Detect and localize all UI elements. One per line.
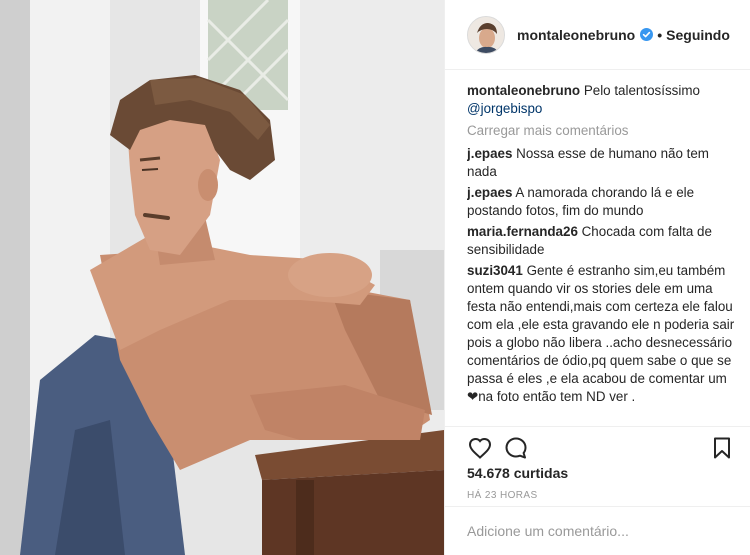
post-timestamp: HÁ 23 HORAS — [467, 490, 538, 501]
add-comment-input[interactable] — [467, 523, 727, 539]
comment-author[interactable]: maria.fernanda26 — [467, 224, 578, 239]
comment-author[interactable]: j.epaes — [467, 146, 512, 161]
save-button[interactable] — [711, 435, 733, 461]
header-username[interactable]: montaleonebruno — [517, 27, 635, 43]
comment-author[interactable]: suzi3041 — [467, 263, 523, 278]
comment-button[interactable] — [503, 435, 529, 461]
comment-item: maria.fernanda26 Chocada com falta de se… — [467, 223, 735, 259]
post-photo[interactable] — [0, 0, 444, 555]
comment-item: suzi3041 Gente é estranho sim,eu também … — [467, 262, 735, 406]
caption: montaleonebruno Pelo talentosíssimo @jor… — [467, 82, 735, 118]
add-comment-section — [445, 506, 750, 555]
comments-list[interactable]: montaleonebruno Pelo talentosíssimo @jor… — [467, 82, 735, 422]
comment-bubble-icon — [505, 437, 527, 459]
comment-item: j.epaes Nossa esse de humano não tem nad… — [467, 145, 735, 181]
verified-badge-icon — [640, 28, 654, 41]
caption-author[interactable]: montaleonebruno — [467, 83, 580, 98]
caption-mention[interactable]: @jorgebispo — [467, 101, 542, 116]
post-header: montaleonebruno • Seguindo — [445, 0, 750, 70]
heart-outline-icon — [468, 437, 492, 459]
header-separator: • — [657, 26, 663, 43]
likes-count[interactable]: 54.678 curtidas — [467, 465, 568, 481]
avatar-image — [468, 16, 504, 53]
following-button[interactable]: Seguindo — [666, 27, 730, 43]
bookmark-icon — [714, 437, 730, 459]
load-more-comments-button[interactable]: Carregar mais comentários — [467, 122, 735, 140]
photo-illustration — [0, 0, 444, 555]
caption-text: Pelo talentosíssimo — [583, 83, 700, 98]
comment-author[interactable]: j.epaes — [467, 185, 512, 200]
like-button[interactable] — [467, 435, 493, 461]
post-actions: 54.678 curtidas HÁ 23 HORAS — [445, 426, 750, 501]
comment-text: Gente é estranho sim,eu também ontem qua… — [467, 263, 735, 404]
post-sidebar: montaleonebruno • Seguindo montaleonebru… — [444, 0, 750, 555]
comment-item: j.epaes A namorada chorando lá e ele pos… — [467, 184, 735, 220]
instagram-post: montaleonebruno • Seguindo montaleonebru… — [0, 0, 750, 555]
avatar[interactable] — [467, 15, 505, 54]
